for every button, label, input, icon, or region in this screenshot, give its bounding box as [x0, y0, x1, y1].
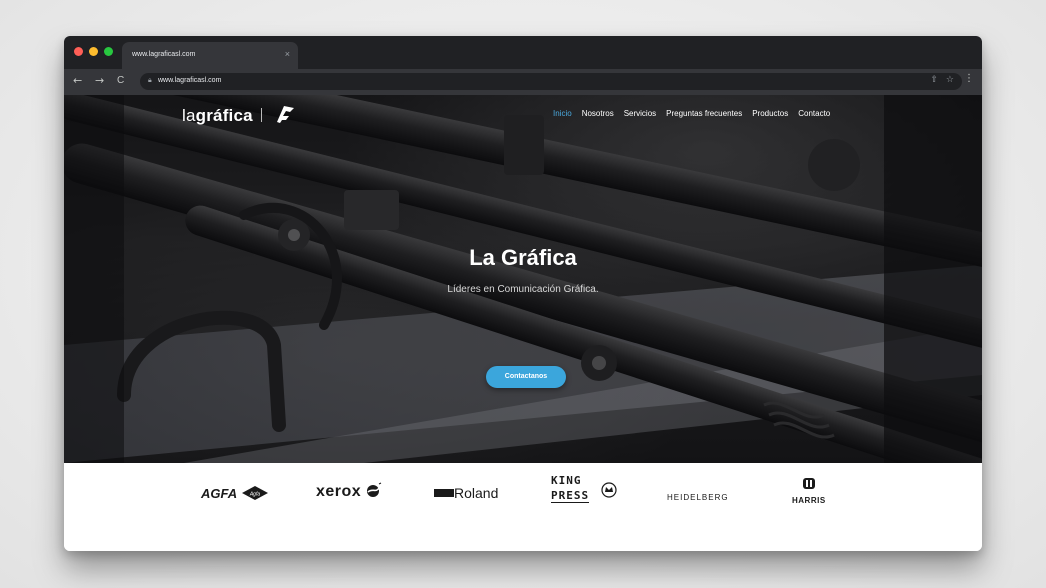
- maximize-window-button[interactable]: [104, 47, 113, 56]
- logo-text-bold: gráfica: [195, 106, 253, 125]
- brand-heidelberg-text: HEIDELBERG: [667, 493, 729, 502]
- brand-agfa: AGFA Agfa: [201, 485, 268, 503]
- brand-roland: Roland: [434, 485, 498, 503]
- browser-toolbar: ← → C 🔒︎ www.lagraficasl.com ⇧ ☆ ⋮: [64, 69, 982, 95]
- roland-bar-icon: [434, 489, 454, 497]
- kingpress-line2: PRESS: [551, 489, 590, 503]
- kingpress-line1: KING: [551, 474, 582, 487]
- nav-contacto[interactable]: Contacto: [798, 109, 830, 118]
- tab-strip: www.lagraficasl.com ×: [64, 36, 982, 69]
- tab-close-icon[interactable]: ×: [285, 49, 290, 59]
- reload-icon[interactable]: C: [117, 74, 124, 88]
- window-controls: [74, 47, 113, 56]
- agfa-rhombus-icon: Agfa: [241, 486, 268, 500]
- nav-preguntas-frecuentes[interactable]: Preguntas frecuentes: [666, 109, 742, 118]
- browser-window: www.lagraficasl.com × ← → C 🔒︎ www.lagra…: [64, 36, 982, 551]
- agfa-badge-text: Agfa: [248, 492, 260, 498]
- forward-icon[interactable]: →: [95, 74, 104, 88]
- brand-kingpress: KING PRESS: [551, 474, 617, 504]
- contact-button[interactable]: Contactanos: [486, 366, 566, 388]
- close-window-button[interactable]: [74, 47, 83, 56]
- hero-subtitle: Líderes en Comunicación Gráfica.: [447, 284, 599, 295]
- nav-nosotros[interactable]: Nosotros: [582, 109, 614, 118]
- nav-inicio[interactable]: Inicio: [553, 109, 572, 118]
- brand-roland-text: Roland: [454, 485, 499, 501]
- minimize-window-button[interactable]: [89, 47, 98, 56]
- site-navigation: Inicio Nosotros Servicios Preguntas frec…: [553, 109, 830, 118]
- browser-tab[interactable]: www.lagraficasl.com ×: [122, 42, 298, 69]
- share-icon[interactable]: ⇧: [930, 75, 938, 85]
- hero-overlay: [64, 95, 982, 463]
- logo-text-light: la: [182, 106, 196, 125]
- logo-mark-icon: [277, 106, 294, 123]
- lock-icon: 🔒︎: [148, 76, 152, 84]
- harris-emblem-icon: [802, 478, 815, 489]
- brand-agfa-text: AGFA: [201, 486, 238, 501]
- logo-divider: [261, 108, 262, 122]
- hero-title: La Gráfica: [469, 245, 577, 270]
- nav-productos[interactable]: Productos: [752, 109, 788, 118]
- tab-title: www.lagraficasl.com: [132, 51, 196, 58]
- star-icon[interactable]: ☆: [946, 75, 954, 85]
- xerox-globe-icon: [366, 482, 381, 497]
- brand-heidelberg: HEIDELBERG: [667, 487, 729, 505]
- brand-harris-text: HARRIS: [792, 496, 826, 505]
- address-bar[interactable]: 🔒︎ www.lagraficasl.com ⇧ ☆: [140, 73, 962, 90]
- brand-logos-strip: AGFA Agfa xerox Roland KING PRESS HEIDEL…: [64, 463, 982, 551]
- brand-harris: HARRIS: [792, 477, 826, 508]
- kingpress-crown-icon: [601, 482, 617, 498]
- brand-xerox-text: xerox: [316, 483, 362, 500]
- back-icon[interactable]: ←: [73, 74, 82, 88]
- nav-servicios[interactable]: Servicios: [624, 109, 656, 118]
- brand-xerox: xerox: [316, 482, 382, 501]
- hero-section: lagráfica Inicio Nosotros Servicios Preg…: [64, 95, 982, 463]
- site-logo[interactable]: lagráfica: [182, 106, 253, 126]
- address-url[interactable]: www.lagraficasl.com: [158, 77, 221, 84]
- menu-dots-icon[interactable]: ⋮: [964, 73, 974, 84]
